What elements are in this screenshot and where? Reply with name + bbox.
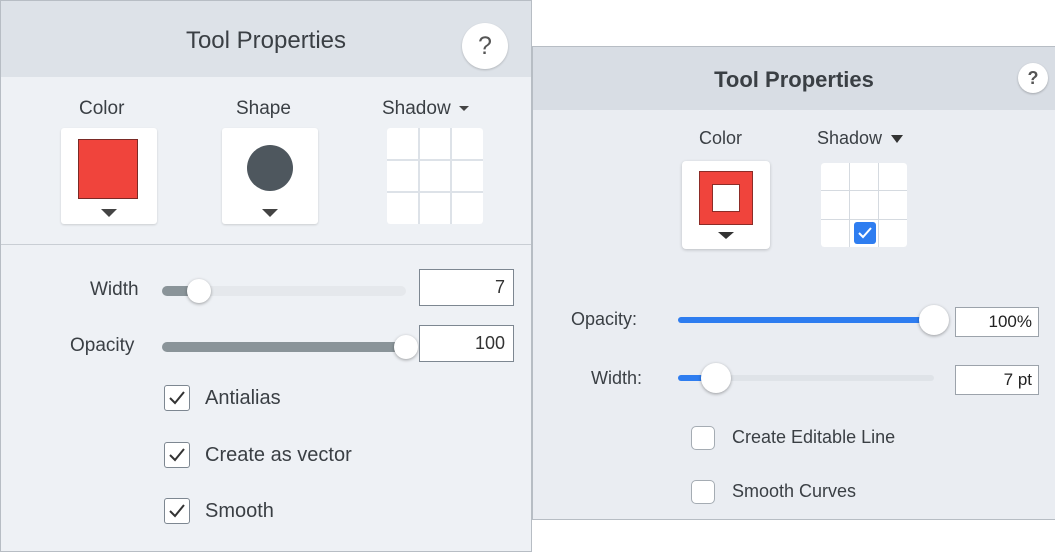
opacity-slider-thumb[interactable] [394, 335, 418, 359]
shadow-cell[interactable] [821, 163, 849, 191]
chevron-down-icon [891, 135, 904, 144]
shadow-cell[interactable] [879, 219, 907, 247]
panel-title: Tool Properties [714, 67, 874, 92]
width-field[interactable]: 7 [419, 269, 514, 306]
smooth-checkbox[interactable] [164, 498, 190, 524]
shadow-label: Shadow [817, 128, 883, 148]
antialias-checkbox[interactable] [164, 385, 190, 411]
opacity-field[interactable]: 100% [955, 307, 1039, 337]
panel-title: Tool Properties [185, 27, 347, 54]
smooth-curves-label: Smooth Curves [732, 481, 857, 501]
help-button[interactable]: ? [1018, 63, 1048, 93]
shadow-cell[interactable] [419, 160, 451, 192]
shadow-cell[interactable] [850, 163, 878, 191]
create-editable-line-checkbox[interactable] [691, 426, 715, 450]
shadow-cell[interactable] [879, 163, 907, 191]
chevron-down-icon [101, 209, 117, 217]
width-field[interactable]: 7 pt [955, 365, 1039, 395]
opacity-label: Opacity: [571, 309, 638, 329]
width-slider-thumb[interactable] [701, 363, 732, 393]
shadow-position-grid [387, 128, 483, 224]
shadow-cell[interactable] [850, 191, 878, 219]
shadow-cell[interactable] [452, 128, 483, 159]
chevron-down-icon [262, 209, 278, 217]
help-button[interactable]: ? [462, 23, 508, 69]
shadow-cell[interactable] [387, 128, 418, 159]
shadow-cell[interactable] [452, 160, 483, 192]
shadow-cell[interactable] [879, 191, 907, 219]
check-icon [169, 448, 185, 462]
smooth-label: Smooth [205, 500, 274, 522]
panel-header: Tool Properties ? [1, 1, 531, 77]
shadow-cell[interactable] [821, 191, 849, 219]
color-picker-button[interactable] [682, 161, 770, 249]
opacity-field[interactable]: 100 [419, 325, 514, 362]
chevron-down-icon [718, 232, 734, 239]
color-picker-button[interactable] [61, 128, 157, 224]
shadow-label: Shadow [382, 98, 451, 119]
tool-properties-panel-left: Tool Properties ? Color Shape Shadow Wid… [0, 0, 532, 552]
check-icon [854, 221, 876, 244]
width-label: Width [90, 279, 139, 300]
shadow-cell[interactable] [452, 193, 483, 224]
width-label: Width: [591, 368, 643, 388]
opacity-slider[interactable] [678, 317, 934, 323]
color-label: Color [79, 98, 125, 119]
shadow-cell[interactable] [387, 193, 418, 224]
color-label: Color [699, 128, 743, 148]
shape-picker-button[interactable] [222, 128, 318, 224]
tool-properties-panel-right: Tool Properties ? Color Shadow Opacity: … [532, 46, 1055, 520]
create-vector-label: Create as vector [205, 444, 352, 466]
color-swatch [699, 171, 753, 225]
shadow-cell-selected[interactable] [850, 219, 878, 247]
width-slider-thumb[interactable] [186, 279, 211, 303]
circle-shape-icon [247, 145, 293, 191]
shadow-position-grid [821, 163, 907, 247]
shadow-dropdown[interactable]: Shadow [817, 128, 904, 149]
shadow-cell[interactable] [419, 128, 451, 159]
antialias-label: Antialias [205, 387, 281, 409]
check-icon [169, 391, 185, 405]
shape-label: Shape [236, 98, 291, 119]
chevron-down-icon [458, 106, 469, 112]
opacity-slider-fill [162, 342, 406, 352]
smooth-curves-checkbox[interactable] [691, 480, 715, 504]
opacity-slider[interactable] [162, 342, 406, 352]
panel-header: Tool Properties ? [533, 47, 1055, 110]
check-icon [169, 504, 185, 518]
shadow-cell[interactable] [387, 160, 418, 192]
create-editable-line-label: Create Editable Line [732, 427, 896, 447]
shadow-cell[interactable] [419, 193, 451, 224]
opacity-slider-thumb[interactable] [919, 305, 949, 335]
shadow-dropdown[interactable]: Shadow [382, 98, 469, 120]
color-swatch [78, 139, 138, 199]
opacity-label: Opacity [70, 335, 135, 356]
divider [1, 244, 531, 245]
opacity-slider-fill [678, 317, 934, 323]
shadow-cell[interactable] [821, 219, 849, 247]
create-vector-checkbox[interactable] [164, 442, 190, 468]
